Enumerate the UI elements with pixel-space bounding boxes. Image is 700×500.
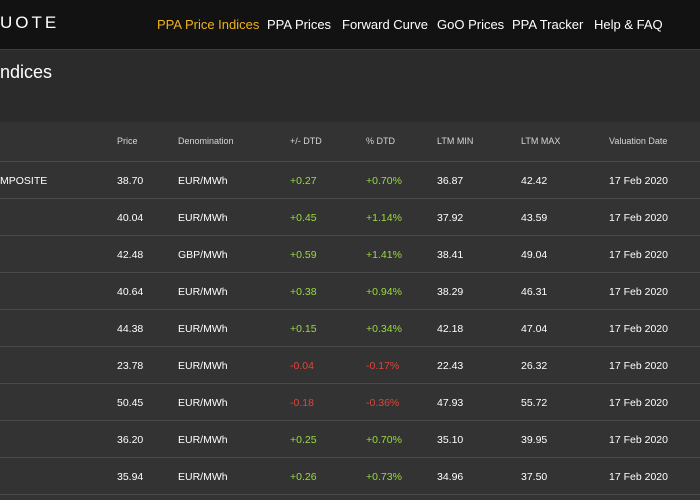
- cell-ltm-min: 34.96: [437, 471, 464, 483]
- cell-dtd: +0.15: [290, 323, 317, 335]
- cell-valuation-date: 17 Feb 2020: [609, 397, 668, 409]
- cell-pct-dtd: -0.17%: [366, 360, 400, 372]
- table-row[interactable]: 40.04 EUR/MWh +0.45 +1.14% 37.92 43.59 17 Feb …: [0, 199, 700, 236]
- cell-denomination: EUR/MWh: [178, 397, 228, 409]
- cell-valuation-date: 17 Feb 2020: [609, 471, 668, 483]
- table-row[interactable]: 40.64 EUR/MWh +0.38 +0.94% 38.29 46.31 17 Feb …: [0, 273, 700, 310]
- cell-index-name: MPOSITE: [0, 175, 48, 187]
- cell-denomination: EUR/MWh: [178, 471, 228, 483]
- cell-price: 44.38: [117, 323, 144, 335]
- cell-pct-dtd: +0.70%: [366, 175, 402, 187]
- cell-dtd: +0.26: [290, 471, 317, 483]
- cell-ltm-min: 35.10: [437, 434, 464, 446]
- cell-valuation-date: 17 Feb 2020: [609, 249, 668, 261]
- cell-price: 40.04: [117, 212, 144, 224]
- cell-valuation-date: 17 Feb 2020: [609, 360, 668, 372]
- cell-ltm-max: 42.42: [521, 175, 548, 187]
- table-row[interactable]: 44.38 EUR/MWh +0.15 +0.34% 42.18 47.04 17 Feb …: [0, 310, 700, 347]
- cell-price: 36.20: [117, 434, 144, 446]
- table-row[interactable]: 35.94 EUR/MWh +0.26 +0.73% 34.96 37.50 17 Feb …: [0, 458, 700, 495]
- cell-denomination: EUR/MWh: [178, 212, 228, 224]
- page-title: ndices: [0, 62, 53, 82]
- cell-denomination: EUR/MWh: [178, 360, 228, 372]
- cell-valuation-date: 17 Feb 2020: [609, 286, 668, 298]
- nav-help-faq[interactable]: Help & FAQ: [594, 17, 663, 32]
- column-header-dtd[interactable]: +/- DTD: [290, 136, 322, 146]
- column-header-pct-dtd[interactable]: % DTD: [366, 136, 395, 146]
- cell-ltm-max: 43.59: [521, 212, 548, 224]
- table-row[interactable]: 42.48 GBP/MWh +0.59 +1.41% 38.41 49.04 17 Feb …: [0, 236, 700, 273]
- table-row[interactable]: 23.78 EUR/MWh -0.04 -0.17% 22.43 26.32 17 Feb …: [0, 347, 700, 384]
- cell-dtd: +0.45: [290, 212, 317, 224]
- column-header-denomination[interactable]: Denomination: [178, 136, 234, 146]
- logo-text[interactable]: UOTE: [0, 13, 59, 33]
- cell-pct-dtd: -0.36%: [366, 397, 400, 409]
- cell-ltm-max: 46.31: [521, 286, 548, 298]
- nav-forward-curve[interactable]: Forward Curve: [342, 17, 428, 32]
- cell-dtd: +0.25: [290, 434, 317, 446]
- cell-ltm-max: 37.50: [521, 471, 548, 483]
- cell-ltm-min: 47.93: [437, 397, 464, 409]
- cell-price: 38.70: [117, 175, 144, 187]
- cell-price: 50.45: [117, 397, 144, 409]
- table-header-row: Price Denomination +/- DTD % DTD LTM MIN…: [0, 122, 700, 162]
- cell-pct-dtd: +0.70%: [366, 434, 402, 446]
- cell-dtd: +0.59: [290, 249, 317, 261]
- cell-price: 40.64: [117, 286, 144, 298]
- cell-ltm-min: 22.43: [437, 360, 464, 372]
- cell-ltm-max: 49.04: [521, 249, 548, 261]
- cell-price: 35.94: [117, 471, 144, 483]
- cell-denomination: EUR/MWh: [178, 175, 228, 187]
- cell-ltm-min: 38.29: [437, 286, 464, 298]
- column-header-price[interactable]: Price: [117, 136, 138, 146]
- cell-ltm-max: 55.72: [521, 397, 548, 409]
- cell-pct-dtd: +1.41%: [366, 249, 402, 261]
- nav-ppa-tracker[interactable]: PPA Tracker: [512, 17, 583, 32]
- cell-dtd: -0.04: [290, 360, 314, 372]
- header-divider: [0, 49, 700, 50]
- cell-dtd: +0.38: [290, 286, 317, 298]
- cell-valuation-date: 17 Feb 2020: [609, 212, 668, 224]
- cell-ltm-min: 42.18: [437, 323, 464, 335]
- top-navigation-bar: UOTE PPA Price Indices PPA Prices Forwar…: [0, 0, 700, 49]
- cell-valuation-date: 17 Feb 2020: [609, 175, 668, 187]
- cell-denomination: EUR/MWh: [178, 286, 228, 298]
- cell-valuation-date: 17 Feb 2020: [609, 323, 668, 335]
- cell-pct-dtd: +0.73%: [366, 471, 402, 483]
- table-row[interactable]: 50.45 EUR/MWh -0.18 -0.36% 47.93 55.72 17 Feb …: [0, 384, 700, 421]
- column-header-ltm-max[interactable]: LTM MAX: [521, 136, 560, 146]
- cell-valuation-date: 17 Feb 2020: [609, 434, 668, 446]
- nav-goo-prices[interactable]: GoO Prices: [437, 17, 504, 32]
- cell-ltm-min: 36.87: [437, 175, 464, 187]
- table-row[interactable]: 36.20 EUR/MWh +0.25 +0.70% 35.10 39.95 17 Feb …: [0, 421, 700, 458]
- cell-denomination: GBP/MWh: [178, 249, 228, 261]
- cell-price: 23.78: [117, 360, 144, 372]
- column-header-ltm-min[interactable]: LTM MIN: [437, 136, 473, 146]
- nav-ppa-price-indices[interactable]: PPA Price Indices: [157, 17, 259, 32]
- cell-ltm-min: 38.41: [437, 249, 464, 261]
- cell-denomination: EUR/MWh: [178, 323, 228, 335]
- table-row[interactable]: MPOSITE 38.70 EUR/MWh +0.27 +0.70% 36.87 42.42…: [0, 162, 700, 199]
- cell-ltm-max: 47.04: [521, 323, 548, 335]
- cell-pct-dtd: +0.94%: [366, 286, 402, 298]
- column-header-valuation-date[interactable]: Valuation Date: [609, 136, 667, 146]
- cell-dtd: -0.18: [290, 397, 314, 409]
- cell-dtd: +0.27: [290, 175, 317, 187]
- cell-ltm-max: 39.95: [521, 434, 548, 446]
- cell-ltm-max: 26.32: [521, 360, 548, 372]
- price-indices-table: Price Denomination +/- DTD % DTD LTM MIN…: [0, 122, 700, 500]
- cell-denomination: EUR/MWh: [178, 434, 228, 446]
- cell-pct-dtd: +1.14%: [366, 212, 402, 224]
- cell-price: 42.48: [117, 249, 144, 261]
- cell-pct-dtd: +0.34%: [366, 323, 402, 335]
- cell-ltm-min: 37.92: [437, 212, 464, 224]
- nav-ppa-prices[interactable]: PPA Prices: [267, 17, 331, 32]
